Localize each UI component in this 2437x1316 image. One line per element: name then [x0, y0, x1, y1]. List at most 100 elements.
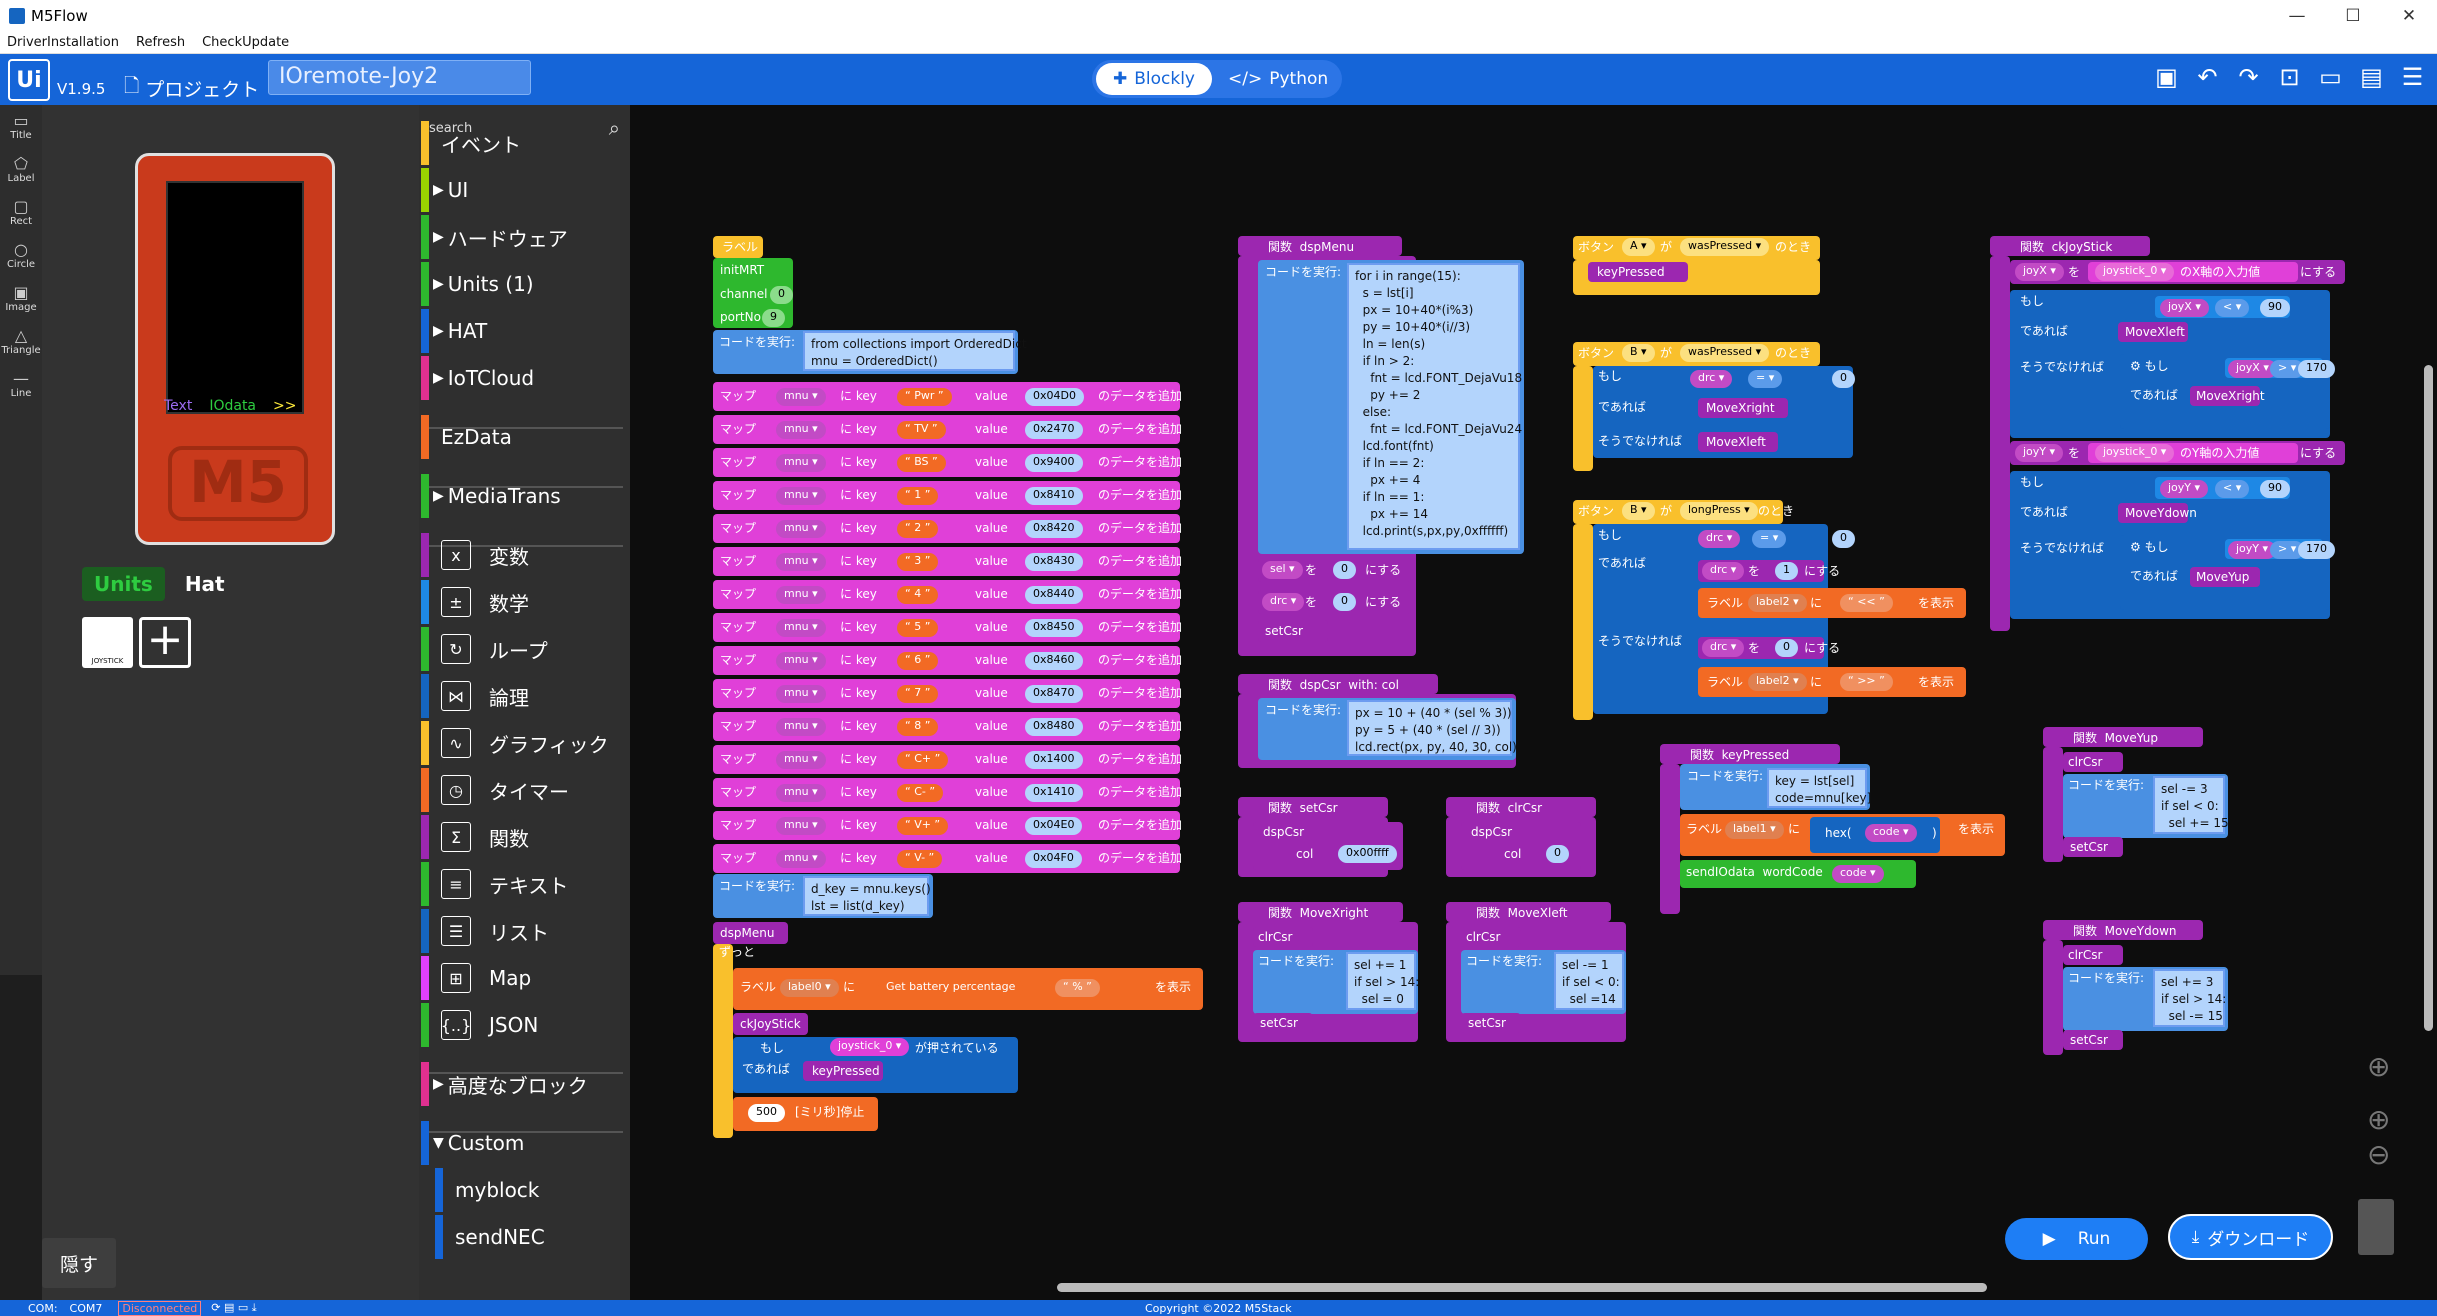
mnu-dropdown[interactable]: mnu ▾: [776, 520, 826, 538]
horizontal-scrollbar[interactable]: [1057, 1283, 1987, 1292]
close-button[interactable]: ✕: [2381, 0, 2437, 31]
event-dropdown[interactable]: longPress ▾: [1680, 502, 1758, 520]
category-14[interactable]: Σ 関数: [421, 815, 621, 859]
hex-value[interactable]: 0x04E0: [1025, 817, 1083, 835]
eq-dropdown[interactable]: = ▾: [1748, 370, 1783, 388]
one-value[interactable]: 1: [1775, 562, 1798, 580]
category-7[interactable]: ▶ MediaTrans: [421, 474, 621, 518]
joy-dropdown[interactable]: joyX ▾: [2160, 299, 2209, 317]
key-value[interactable]: “ C+ ”: [897, 751, 949, 769]
mnu-dropdown[interactable]: mnu ▾: [776, 487, 826, 505]
hex-value[interactable]: 0x2470: [1025, 421, 1083, 439]
tool-circle[interactable]: ○ Circle: [0, 234, 42, 277]
blockly-mode-button[interactable]: ✚ Blockly: [1096, 63, 1212, 95]
screen-label-text[interactable]: Text: [164, 398, 192, 414]
minimize-button[interactable]: —: [2269, 0, 2325, 31]
hex-value[interactable]: 0x9400: [1025, 454, 1083, 472]
category-10[interactable]: ↻ ループ: [421, 627, 621, 671]
recenter-icon[interactable]: ⊕: [2367, 1050, 2390, 1083]
key-value[interactable]: “ V- ”: [897, 850, 943, 868]
drc-dropdown[interactable]: drc ▾: [1690, 370, 1733, 388]
hex-value[interactable]: 0x8410: [1025, 487, 1083, 505]
tool-rect[interactable]: ▢ Rect: [0, 191, 42, 234]
hex-value[interactable]: 0x8420: [1025, 520, 1083, 538]
category-5[interactable]: ▶ IoTCloud: [421, 356, 621, 400]
battery-block[interactable]: Get battery percentage: [878, 979, 1024, 997]
hex-value[interactable]: 0x8470: [1025, 685, 1083, 703]
joystick-unit-tile[interactable]: JOYSTICK: [82, 617, 133, 668]
mnu-dropdown[interactable]: mnu ▾: [776, 586, 826, 604]
lt-dropdown[interactable]: < ▾: [2215, 480, 2250, 498]
hex-value[interactable]: 0x1410: [1025, 784, 1083, 802]
fn-ckjoy-body[interactable]: [1990, 256, 2010, 631]
hex-value[interactable]: 0x8430: [1025, 553, 1083, 571]
key-value[interactable]: “ V+ ”: [897, 817, 949, 835]
key-value[interactable]: “ BS ”: [897, 454, 946, 472]
fn-moveyup-body[interactable]: [2043, 747, 2063, 862]
joy-dropdown[interactable]: joyY ▾: [2160, 480, 2209, 498]
tool-label[interactable]: ⬠ Label: [0, 148, 42, 191]
v90-value[interactable]: 90: [2260, 299, 2290, 317]
tab-units[interactable]: Units: [82, 567, 165, 601]
new-file-icon[interactable]: ⊡: [2275, 63, 2304, 91]
category-4[interactable]: ▶ HAT: [421, 309, 621, 353]
tool-image[interactable]: ▣ Image: [0, 277, 42, 320]
joyy-dropdown[interactable]: joyY ▾: [2015, 444, 2064, 462]
category-13[interactable]: ◷ タイマー: [421, 768, 621, 812]
key-value[interactable]: “ 8 ”: [897, 718, 939, 736]
event-dropdown[interactable]: wasPressed ▾: [1680, 344, 1770, 362]
mnu-dropdown[interactable]: mnu ▾: [776, 421, 826, 439]
category-3[interactable]: ▶ Units (1): [421, 262, 621, 306]
device-screen[interactable]: [166, 181, 304, 414]
trash-icon[interactable]: [2358, 1199, 2394, 1255]
mnu-dropdown[interactable]: mnu ▾: [776, 751, 826, 769]
category-1[interactable]: ▶ UI: [421, 168, 621, 212]
forever-block[interactable]: [713, 944, 733, 1138]
btn-name[interactable]: B ▾: [1622, 344, 1655, 362]
key-value[interactable]: “ 3 ”: [897, 553, 939, 571]
category-9[interactable]: ± 数学: [421, 580, 621, 624]
mnu-dropdown[interactable]: mnu ▾: [776, 553, 826, 571]
sym-text[interactable]: “ >> ”: [1840, 673, 1893, 691]
category-11[interactable]: ⋈ 論理: [421, 674, 621, 718]
keypressed-code[interactable]: key = lst[sel] code=mnu[key]: [1767, 768, 1871, 808]
mnu-dropdown[interactable]: mnu ▾: [776, 784, 826, 802]
drc-dropdown[interactable]: drc ▾: [1262, 593, 1305, 611]
tool-title[interactable]: ▭ Title: [0, 105, 42, 148]
key-value[interactable]: “ C- ”: [897, 784, 944, 802]
key-value[interactable]: “ 5 ”: [897, 619, 939, 637]
screen-label-arrow[interactable]: >>: [273, 398, 296, 414]
hex-value[interactable]: 0x8440: [1025, 586, 1083, 604]
dspcsr-code[interactable]: px = 10 + (40 * (sel % 3)) py = 5 + (40 …: [1347, 700, 1517, 756]
code-dropdown[interactable]: code ▾: [1832, 865, 1884, 883]
save-icon[interactable]: ▤: [2357, 63, 2386, 91]
mnu-dropdown[interactable]: mnu ▾: [776, 817, 826, 835]
category-19[interactable]: ▶ 高度なブロック: [421, 1062, 621, 1106]
menu-refresh[interactable]: Refresh: [136, 35, 185, 50]
category-16[interactable]: ☰ リスト: [421, 909, 621, 953]
category-12[interactable]: ∿ グラフィック: [421, 721, 621, 765]
mnu-dropdown[interactable]: mnu ▾: [776, 718, 826, 736]
v170-value[interactable]: 170: [2298, 541, 2335, 559]
category-15[interactable]: ≡ テキスト: [421, 862, 621, 906]
mnu-dropdown[interactable]: mnu ▾: [776, 388, 826, 406]
project-name-input[interactable]: IOremote-Joy2: [268, 60, 531, 95]
run-button[interactable]: ▶ Run: [2005, 1218, 2148, 1260]
hex-value[interactable]: 0x8450: [1025, 619, 1083, 637]
sym-text[interactable]: “ << ”: [1840, 594, 1893, 612]
tab-hat[interactable]: Hat: [177, 567, 233, 601]
joyx-dropdown[interactable]: joyX ▾: [2015, 263, 2064, 281]
hex-value[interactable]: 0x8460: [1025, 652, 1083, 670]
hide-button[interactable]: 隠す: [42, 1238, 116, 1288]
status-icons[interactable]: ⟳ ▤ ▭ ⤓: [211, 1301, 256, 1315]
hex-value[interactable]: 0x1400: [1025, 751, 1083, 769]
wait-value[interactable]: 500: [748, 1104, 785, 1122]
joy-dropdown[interactable]: joyY ▾: [2228, 541, 2277, 559]
menu-checkupdate[interactable]: CheckUpdate: [202, 35, 289, 50]
maximize-button[interactable]: ☐: [2325, 0, 2381, 31]
category-17[interactable]: ⊞ Map: [421, 956, 621, 1000]
redo-icon[interactable]: ↷: [2234, 63, 2263, 91]
code-field-2[interactable]: d_key = mnu.keys() lst = list(d_key): [803, 876, 931, 916]
screen-label-iodata[interactable]: IOdata: [209, 398, 256, 414]
undo-icon[interactable]: ↶: [2193, 63, 2222, 91]
